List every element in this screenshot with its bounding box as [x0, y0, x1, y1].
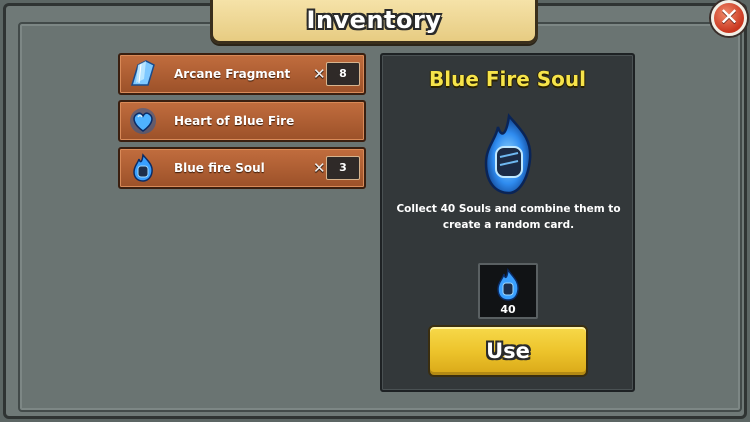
use-button-label: Use	[486, 339, 530, 363]
count-multiplier-icon: ✕	[313, 159, 326, 177]
required-count: 40	[500, 303, 516, 316]
item-label: Heart of Blue Fire	[174, 114, 295, 128]
item-detail-panel: Blue Fire Soul Collect 40 Souls and comb…	[380, 53, 635, 392]
close-button[interactable]: ✕	[711, 0, 747, 36]
item-count: 3	[326, 156, 360, 180]
blue-fire-soul-icon	[133, 153, 153, 182]
title-banner: Inventory	[210, 0, 538, 44]
item-label: Arcane Fragment	[174, 67, 291, 81]
item-label: Blue fire Soul	[174, 161, 265, 175]
detail-description: Collect 40 Souls and combine them to cre…	[396, 203, 621, 231]
crystal-shard-icon	[130, 60, 155, 86]
required-item-slot: 40	[478, 263, 538, 319]
blue-fire-soul-icon	[497, 268, 519, 301]
item-list: Arcane Fragment ✕ 8 Heart of Blue Fire B…	[118, 53, 366, 194]
blue-fire-soul-icon	[484, 113, 532, 195]
count-multiplier-icon: ✕	[313, 65, 326, 83]
item-row-blue-fire-soul[interactable]: Blue fire Soul ✕ 3	[118, 147, 366, 189]
item-count: 8	[326, 62, 360, 86]
detail-title: Blue Fire Soul	[428, 67, 586, 91]
inventory-window	[3, 3, 747, 419]
close-icon: ✕	[718, 3, 740, 31]
item-row-arcane-fragment[interactable]: Arcane Fragment ✕ 8	[118, 53, 366, 95]
blue-heart-icon	[130, 108, 156, 134]
item-row-heart-of-blue-fire[interactable]: Heart of Blue Fire	[118, 100, 366, 142]
use-button[interactable]: Use	[428, 325, 588, 377]
inventory-title: Inventory	[306, 6, 442, 34]
